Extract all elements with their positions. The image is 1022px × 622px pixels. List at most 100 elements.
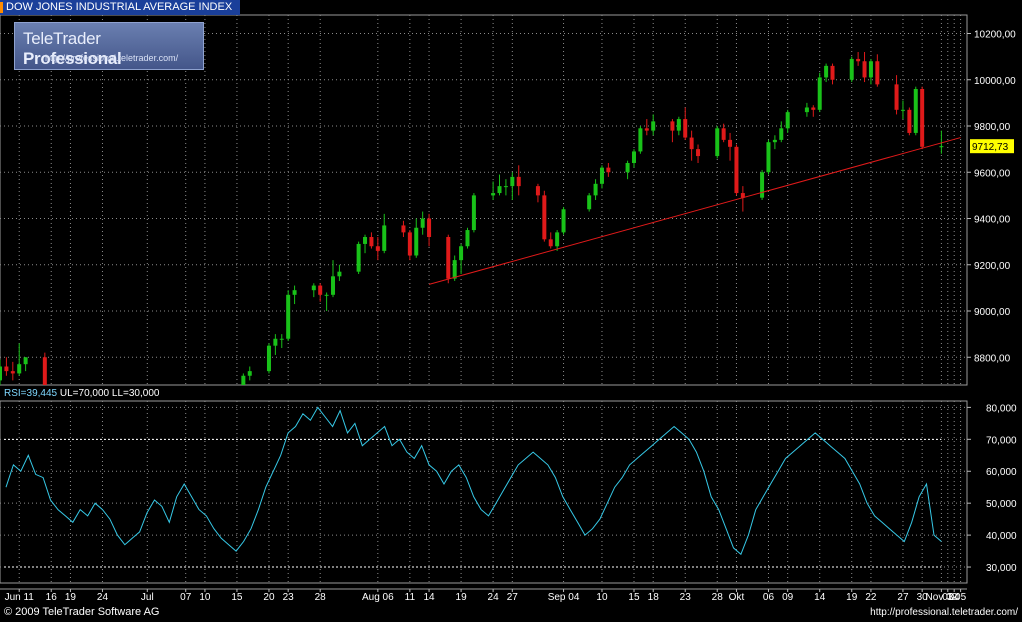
price-y-tick-label: 10000,00: [974, 76, 1016, 87]
candle-body: [638, 128, 643, 152]
x-tick-label: 19: [456, 592, 468, 603]
rsi-label: RSI=39,445 UL=70,000 LL=30,000: [4, 388, 160, 399]
candle: [913, 86, 918, 136]
candle-body: [760, 172, 765, 198]
rsi-label-value: 39,445: [26, 388, 58, 399]
candle: [266, 343, 271, 374]
footer-copyright: © 2009 TeleTrader Software AG: [4, 606, 160, 618]
candle: [471, 193, 476, 233]
candle-body: [689, 137, 694, 150]
candle-body: [331, 276, 336, 295]
rsi-label-ul: UL=70,000: [59, 388, 110, 399]
x-tick-label: Jun 11: [5, 592, 35, 603]
candle-body: [497, 186, 502, 194]
candle-body: [606, 167, 611, 173]
candle-body: [503, 186, 508, 188]
price-y-tick-label: 8800,00: [974, 353, 1011, 364]
candle-body: [939, 146, 944, 148]
candle-body: [510, 176, 515, 187]
x-axis: Jun 11 16 19 24 Jul 07 10 15 20 23 28 Aug 06 11 14 19 2…: [5, 589, 967, 603]
candle-body: [631, 151, 636, 163]
footer-url[interactable]: http://professional.teletrader.com/: [870, 607, 1018, 618]
rsi-y-tick-label: 80,000: [986, 403, 1017, 414]
x-tick-label: 22: [865, 592, 877, 603]
candle: [849, 56, 854, 83]
price-y-tick-label: 9200,00: [974, 261, 1011, 272]
candle-body: [561, 209, 566, 233]
chart-title: DOW JONES INDUSTRIAL AVERAGE INDEX: [6, 1, 233, 13]
x-tick-label: 10: [596, 592, 608, 603]
candle: [638, 126, 643, 154]
x-tick-label: 24: [97, 592, 109, 603]
rsi-label-name: RSI: [4, 388, 21, 399]
x-tick-label: 06: [763, 592, 775, 603]
candle-body: [465, 230, 470, 247]
candle: [715, 126, 720, 159]
title-marker: [0, 2, 3, 13]
logo-url: http://professional.teletrader.com/: [45, 53, 179, 63]
logo-name-regular: TeleTrader: [23, 29, 101, 48]
candle-body: [247, 371, 252, 376]
candle-body: [324, 294, 329, 296]
candle: [817, 72, 822, 113]
candle-body: [471, 195, 476, 231]
x-tick-label: Aug 06: [362, 592, 394, 603]
x-tick-label: 14: [424, 592, 436, 603]
candle-body: [772, 139, 777, 143]
candle-body: [913, 89, 918, 133]
candle-body: [696, 149, 701, 157]
candle: [907, 107, 912, 136]
candle-body: [446, 237, 451, 279]
x-tick-label: 28: [712, 592, 724, 603]
chart-canvas: 8800,00 9000,00 9200,00 9400,00 9600,00 9800,…: [0, 14, 1017, 603]
x-tick-label: Jul: [141, 592, 154, 603]
candle-body: [311, 285, 316, 291]
candle: [446, 234, 451, 284]
candle-body: [651, 121, 656, 131]
x-tick-label: 19: [65, 592, 77, 603]
candle-body: [363, 237, 368, 244]
candle-body: [721, 128, 726, 140]
candle: [760, 169, 765, 200]
x-tick-label: 23: [283, 592, 295, 603]
candle-body: [375, 246, 380, 251]
candle-body: [459, 246, 464, 261]
candle-body: [0, 366, 2, 381]
candle-body: [337, 271, 342, 277]
price-y-tick-label: 9400,00: [974, 215, 1011, 226]
candle-body: [734, 146, 739, 194]
candle-body: [241, 375, 246, 385]
rsi-panel-frame: [0, 400, 968, 584]
candle-body: [414, 227, 419, 256]
candle-body: [279, 338, 284, 340]
teletrader-logo: TeleTrader Professional http://professio…: [14, 22, 204, 70]
x-tick-label: 09: [782, 592, 794, 603]
candle-body: [894, 84, 899, 110]
candle-body: [785, 112, 790, 129]
candle-body: [804, 107, 809, 113]
candle-body: [599, 167, 604, 184]
candle-body: [817, 77, 822, 110]
candle-body: [407, 232, 412, 256]
candle-body: [625, 163, 630, 173]
candle-body: [491, 193, 496, 196]
candle-body: [856, 58, 861, 62]
candle-body: [369, 237, 374, 247]
x-tick-label: 23: [680, 592, 692, 603]
candle-body: [382, 225, 387, 251]
candle-body: [868, 61, 873, 78]
rsi-label-ll: LL=30,000: [111, 388, 160, 399]
candle-body: [715, 128, 720, 157]
candle-body: [728, 139, 733, 147]
candle: [542, 190, 547, 242]
chart-title-bar: DOW JONES INDUSTRIAL AVERAGE INDEX: [0, 0, 240, 15]
logo-name: TeleTrader Professional: [23, 29, 203, 69]
candle-body: [17, 364, 22, 374]
x-tick-label: 15: [231, 592, 243, 603]
candle-body: [875, 61, 880, 85]
candle: [920, 86, 925, 150]
x-tick-label: 10: [199, 592, 211, 603]
x-tick-label: 07: [180, 592, 192, 603]
candle-body: [273, 338, 278, 346]
rsi-y-tick-label: 40,000: [986, 531, 1017, 542]
